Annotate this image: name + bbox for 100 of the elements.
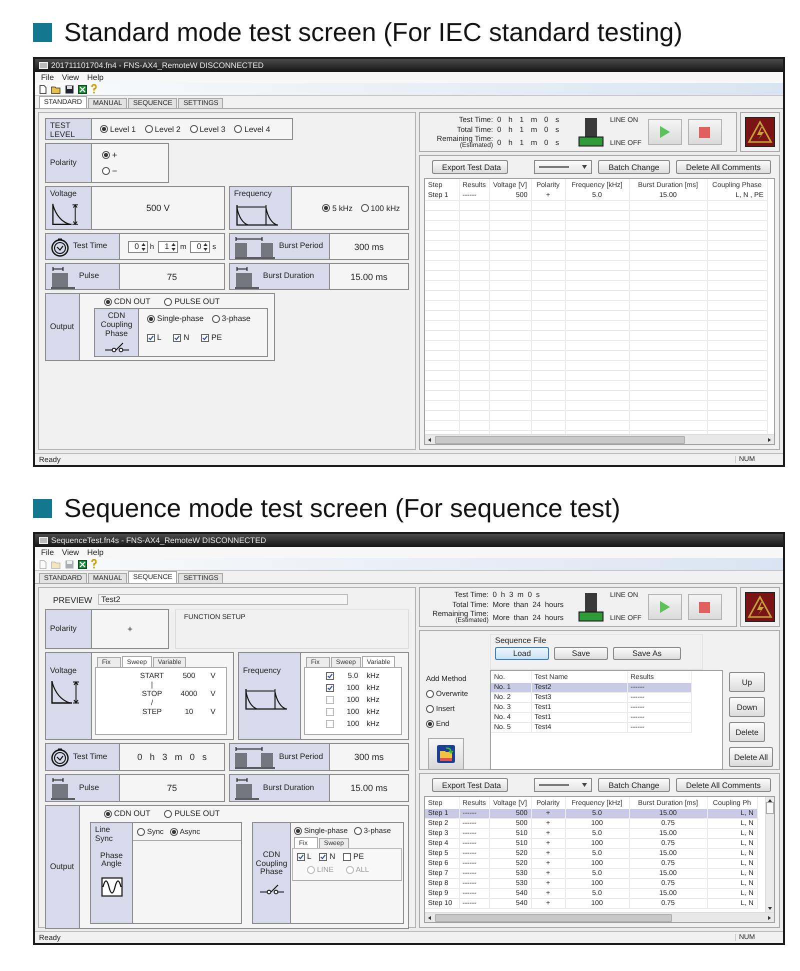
field-label: Frequency xyxy=(243,667,281,676)
checkbox[interactable]: N xyxy=(173,333,190,342)
spinner-arrows-icon[interactable] xyxy=(171,242,176,252)
file-button[interactable]: Save xyxy=(554,647,608,660)
checkbox[interactable] xyxy=(326,672,334,680)
horizontal-scrollbar[interactable] xyxy=(425,434,774,444)
number-field[interactable]: 0 xyxy=(190,240,210,252)
radio-button[interactable]: Level 2 xyxy=(144,124,181,134)
radio-button[interactable]: Level 1 xyxy=(100,124,136,134)
batch-change-button[interactable]: Batch Change xyxy=(598,778,670,792)
radio-button[interactable]: 3-phase xyxy=(212,314,251,323)
delete-comments-button[interactable]: Delete All Comments xyxy=(676,160,771,174)
right-arrow-icon[interactable] xyxy=(768,916,772,920)
number-field[interactable]: 0 xyxy=(128,240,148,252)
line-style-icon xyxy=(539,166,569,168)
radio-button[interactable]: + xyxy=(102,150,118,160)
radio-button[interactable]: PULSE OUT xyxy=(164,809,220,818)
vertical-scrollbar[interactable] xyxy=(765,797,774,912)
list-button[interactable]: Down xyxy=(729,697,765,717)
checkbox[interactable]: L xyxy=(147,333,162,342)
radio-button[interactable]: PULSE OUT xyxy=(164,297,220,306)
up-arrow-icon[interactable] xyxy=(768,798,772,802)
preview-field[interactable]: Test2 xyxy=(98,594,348,605)
stop-icon xyxy=(699,126,710,138)
stop-button[interactable] xyxy=(688,119,722,145)
menu-item[interactable]: View xyxy=(58,73,84,82)
spreadsheet-icon xyxy=(78,560,87,568)
menu-item[interactable]: Help xyxy=(83,73,108,82)
spreadsheet-icon xyxy=(78,84,87,94)
scroll-thumb[interactable] xyxy=(435,436,686,444)
menu-item[interactable]: View xyxy=(58,548,84,557)
checkbox[interactable]: PE xyxy=(201,333,222,342)
delete-comments-button[interactable]: Delete All Comments xyxy=(676,778,771,792)
toolbar-button[interactable] xyxy=(77,558,88,570)
menu-item[interactable]: Help xyxy=(83,548,108,557)
list-button[interactable]: Up xyxy=(729,672,765,692)
field-label: Burst Period xyxy=(279,752,324,762)
batch-change-button[interactable]: Batch Change xyxy=(598,160,670,174)
horizontal-scrollbar[interactable] xyxy=(425,912,774,922)
stop-button[interactable] xyxy=(688,594,722,620)
pulse-train-icon xyxy=(50,264,76,288)
export-button[interactable]: Export Test Data xyxy=(432,160,508,174)
field-value: 300 ms xyxy=(354,752,384,762)
toolbar-button[interactable] xyxy=(50,84,62,94)
field-label: Burst Period xyxy=(279,242,324,251)
field-value: 500 V xyxy=(146,203,170,213)
right-arrow-icon[interactable] xyxy=(768,438,772,442)
down-arrow-icon[interactable] xyxy=(768,907,772,911)
export-button[interactable]: Export Test Data xyxy=(432,778,508,792)
file-button[interactable]: Save As xyxy=(613,647,681,660)
window-title: 201711101704.fn4 - FNS-AX4_RemoteW DISCONNECTED xyxy=(51,61,264,70)
field-label: Test Time xyxy=(73,242,108,251)
checkbox[interactable] xyxy=(326,708,334,716)
list-button[interactable]: Delete All xyxy=(729,747,773,767)
toolbar-button[interactable] xyxy=(38,84,48,94)
radio-button[interactable]: 5 kHz xyxy=(322,204,353,212)
checkbox[interactable] xyxy=(326,720,334,728)
radio-button[interactable]: Level 4 xyxy=(234,124,270,134)
field-label: Voltage xyxy=(50,190,77,199)
menu-item[interactable]: File xyxy=(37,548,58,557)
start-button[interactable] xyxy=(648,119,682,145)
field-label: Polarity xyxy=(50,158,77,168)
line-style-dropdown[interactable] xyxy=(534,778,592,792)
save-icon xyxy=(65,560,74,568)
radio-button[interactable]: CDN OUT xyxy=(104,809,150,818)
toolbar-button[interactable] xyxy=(77,84,88,94)
field-label: Line Sync xyxy=(95,826,114,844)
checkbox[interactable]: L xyxy=(297,852,312,861)
list-button[interactable]: Delete xyxy=(729,722,765,742)
checkbox[interactable] xyxy=(326,696,334,704)
radio-button[interactable]: Single-phase xyxy=(147,314,204,323)
check-icon xyxy=(298,854,304,860)
field-value: 75 xyxy=(166,783,177,793)
number-field[interactable]: 1 xyxy=(158,240,178,252)
checkbox[interactable]: PE xyxy=(343,852,364,861)
radio-button[interactable]: 100 kHz xyxy=(360,204,400,212)
radio-button[interactable]: Level 3 xyxy=(190,124,226,134)
field-label: CDN Coupling Phase xyxy=(256,850,288,878)
checkbox[interactable] xyxy=(326,684,334,692)
left-arrow-icon[interactable] xyxy=(427,438,431,442)
left-arrow-icon[interactable] xyxy=(427,916,431,920)
pulse-train-icon xyxy=(234,776,260,800)
save-icon xyxy=(65,84,74,94)
spinner-arrows-icon[interactable] xyxy=(140,242,146,252)
help-icon xyxy=(91,84,97,94)
load-folder-button[interactable] xyxy=(428,738,464,770)
checkbox[interactable]: N xyxy=(319,852,336,861)
scroll-thumb[interactable] xyxy=(435,914,672,922)
file-button[interactable]: Load xyxy=(495,647,549,660)
check-icon xyxy=(202,334,208,340)
field-value: 75 xyxy=(166,272,177,282)
line-style-dropdown[interactable] xyxy=(534,160,592,174)
toolbar-button[interactable] xyxy=(64,84,75,94)
radio-button[interactable]: − xyxy=(102,166,118,176)
window-title: SequenceTest.fn4s - FNS-AX4_RemoteW DISCONNECTED xyxy=(51,536,266,545)
spinner-arrows-icon[interactable] xyxy=(203,242,208,252)
radio-button[interactable]: CDN OUT xyxy=(104,297,150,306)
scroll-thumb[interactable] xyxy=(766,802,774,814)
start-button[interactable] xyxy=(648,594,682,620)
menu-item[interactable]: File xyxy=(37,73,58,82)
